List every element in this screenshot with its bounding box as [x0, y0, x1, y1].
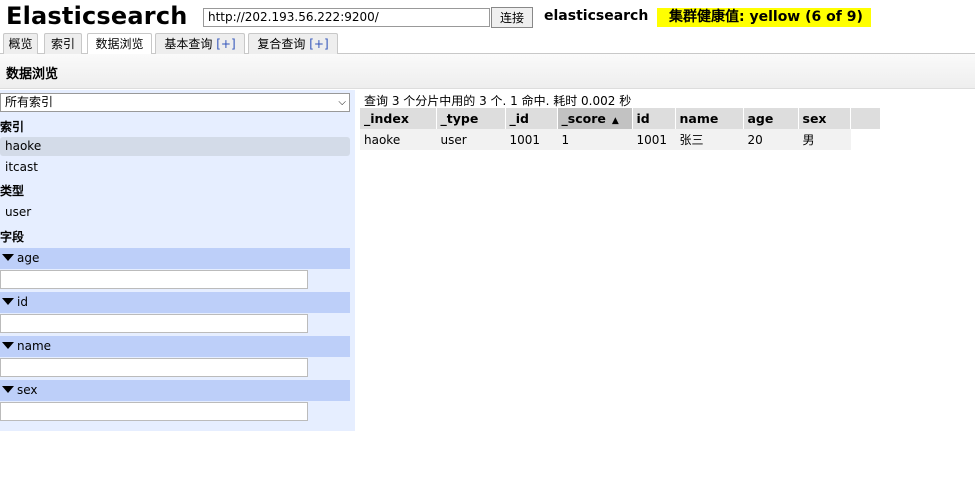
cell-id-meta: 1001 — [505, 129, 558, 150]
cell-sex: 男 — [798, 129, 851, 150]
cluster-health-badge: 集群健康值: yellow (6 of 9) — [657, 8, 871, 27]
app-title: Elasticsearch — [6, 2, 188, 30]
tab-indices[interactable]: 索引 — [44, 33, 82, 54]
cell-age: 20 — [743, 129, 799, 150]
cell-index: haoke — [360, 129, 437, 150]
column-header-age[interactable]: age — [743, 108, 799, 129]
results-summary: 查询 3 个分片中用的 3 个. 1 命中. 耗时 0.002 秒 — [364, 94, 632, 108]
tab-label: 数据浏览 — [95, 37, 144, 51]
field-name: sex — [17, 383, 38, 397]
url-input[interactable]: http://202.193.56.222:9200/ — [203, 8, 490, 27]
tab-browser[interactable]: 数据浏览 — [87, 33, 152, 55]
filter-sidebar: 所有索引 ⌵ 索引 haoke itcast 类型 user 字段 age id… — [0, 90, 355, 431]
tab-label: 复合查询 — [257, 37, 306, 51]
cell-name: 张三 — [675, 129, 744, 150]
triangle-down-icon — [2, 254, 14, 261]
field-input-sex[interactable] — [0, 402, 308, 421]
column-header-type[interactable]: _type — [436, 108, 506, 129]
field-input-age[interactable] — [0, 270, 308, 289]
cell-id: 1001 — [632, 129, 676, 150]
triangle-down-icon — [2, 386, 14, 393]
results-table: _index _type _id _score ▲ id name age sex… — [360, 108, 881, 150]
triangle-down-icon — [2, 342, 14, 349]
cell-score: 1 — [557, 129, 633, 150]
type-group-label: 类型 — [0, 184, 25, 198]
index-item-haoke[interactable]: haoke — [0, 137, 350, 156]
field-header-id[interactable]: id — [0, 292, 350, 313]
index-select[interactable]: 所有索引 ⌵ — [0, 93, 350, 112]
field-group-label: 字段 — [0, 230, 25, 244]
tab-add-icon[interactable]: [+] — [216, 37, 235, 51]
column-header-filler — [850, 108, 881, 129]
column-header-name[interactable]: name — [675, 108, 744, 129]
field-header-age[interactable]: age — [0, 248, 350, 269]
table-header-row: _index _type _id _score ▲ id name age sex — [360, 108, 881, 129]
tab-basic-query[interactable]: 基本查询 [+] — [155, 33, 245, 54]
cell-filler — [850, 129, 880, 150]
field-header-name[interactable]: name — [0, 336, 350, 357]
field-input-id[interactable] — [0, 314, 308, 333]
column-header-id-meta[interactable]: _id — [505, 108, 558, 129]
section-bar: 数据浏览 — [0, 54, 975, 89]
column-header-sex[interactable]: sex — [798, 108, 851, 129]
field-name: id — [17, 295, 28, 309]
sort-ascending-icon: ▲ — [611, 116, 619, 126]
index-item-itcast[interactable]: itcast — [0, 158, 350, 177]
tab-label: 概览 — [8, 37, 33, 51]
tab-add-icon[interactable]: [+] — [309, 37, 328, 51]
field-name: age — [17, 251, 40, 265]
column-header-score[interactable]: _score ▲ — [557, 108, 633, 129]
cell-type: user — [436, 129, 506, 150]
field-name: name — [17, 339, 52, 353]
table-row[interactable]: haoke user 1001 1 1001 张三 20 男 — [360, 129, 880, 150]
index-select-value: 所有索引 — [5, 95, 54, 109]
triangle-down-icon — [2, 298, 14, 305]
column-header-index[interactable]: _index — [360, 108, 437, 129]
page-title: 数据浏览 — [6, 67, 59, 82]
index-group-label: 索引 — [0, 120, 25, 134]
tab-label: 基本查询 — [164, 37, 213, 51]
column-label: _score — [561, 111, 606, 126]
connect-button[interactable]: 连接 — [491, 7, 533, 28]
field-input-name[interactable] — [0, 358, 308, 377]
column-header-id[interactable]: id — [632, 108, 676, 129]
tab-overview[interactable]: 概览 — [3, 33, 38, 54]
header: Elasticsearch http://202.193.56.222:9200… — [0, 0, 975, 34]
tab-compound-query[interactable]: 复合查询 [+] — [248, 33, 338, 54]
tab-label: 索引 — [50, 37, 75, 51]
chevron-down-icon: ⌵ — [338, 97, 346, 108]
cluster-name: elasticsearch — [544, 8, 649, 24]
type-item-user[interactable]: user — [0, 203, 350, 222]
field-header-sex[interactable]: sex — [0, 380, 350, 401]
tab-bar: 概览 索引 数据浏览 基本查询 [+] 复合查询 [+] — [0, 33, 975, 55]
